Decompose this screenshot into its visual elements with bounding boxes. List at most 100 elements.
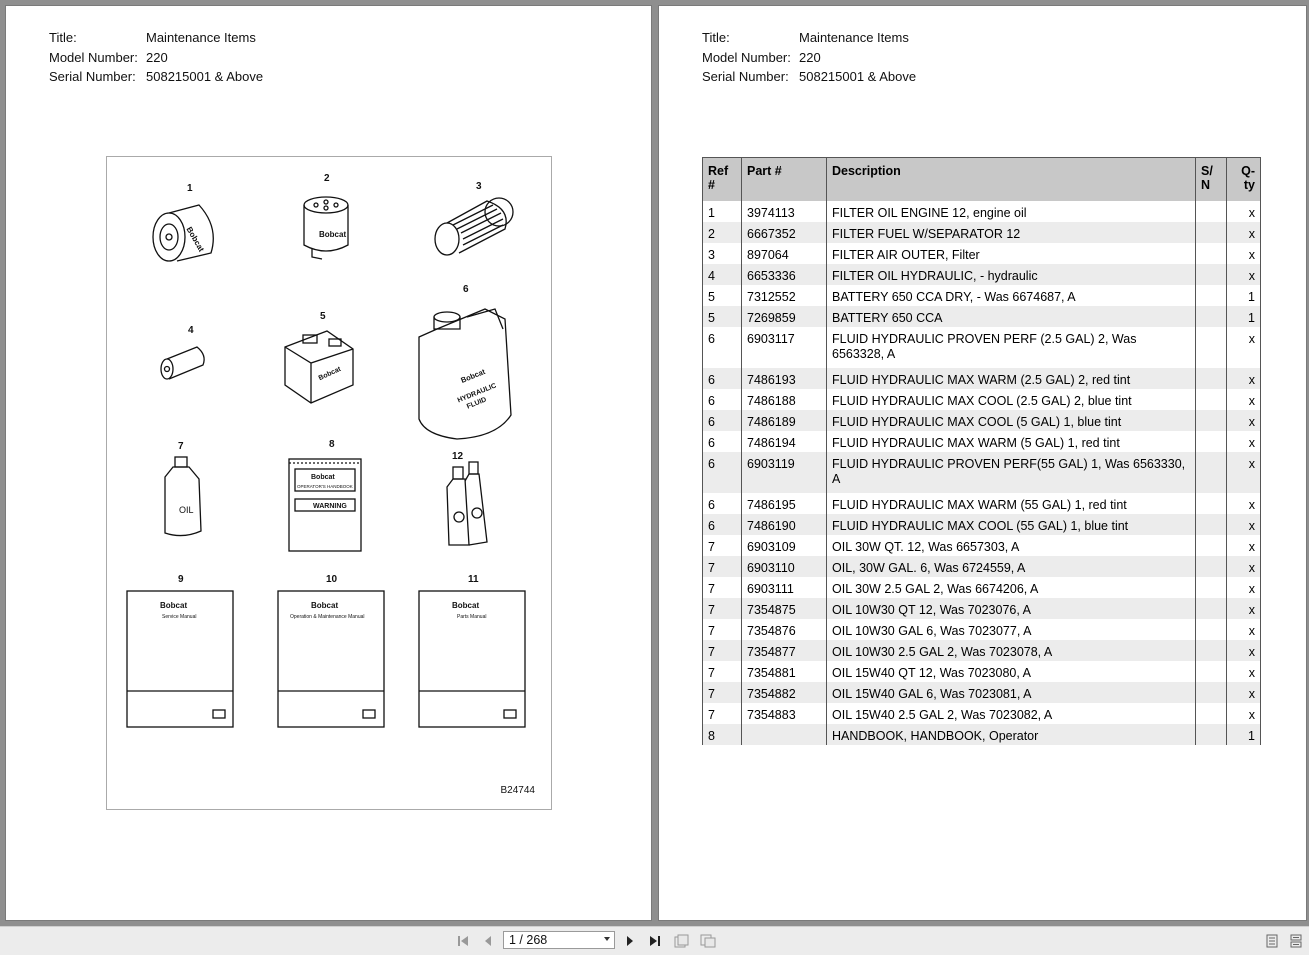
table-row: 7 6903110 OIL, 30W GAL. 6, Was 6724559, A x bbox=[702, 556, 1261, 577]
table-row: 1 3974113 FILTER OIL ENGINE 12, engine oil… bbox=[702, 201, 1261, 222]
cell-part: 7486194 bbox=[741, 431, 827, 452]
cell-ref: 1 bbox=[702, 201, 742, 222]
table-row: 5 7312552 BATTERY 650 CCA DRY, - Was 66746… bbox=[702, 285, 1261, 306]
cell-ref: 6 bbox=[702, 327, 742, 368]
cell-part: 6667352 bbox=[741, 222, 827, 243]
table-row: 7 6903111 OIL 30W 2.5 GAL 2, Was 6674206, … bbox=[702, 577, 1261, 598]
svg-text:Bobcat: Bobcat bbox=[160, 601, 187, 610]
cell-qty: 1 bbox=[1226, 285, 1261, 306]
cell-description: BATTERY 650 CCA DRY, - Was 6674687, A bbox=[826, 285, 1196, 306]
service-manual-drawing: Bobcat Service Manual bbox=[126, 590, 234, 728]
svg-text:Operation & Maintenance Manual: Operation & Maintenance Manual bbox=[290, 614, 365, 620]
dual-page-view-icon[interactable] bbox=[698, 931, 718, 951]
table-row: 6 7486189 FLUID HYDRAULIC MAX COOL (5 GAL)… bbox=[702, 410, 1261, 431]
cell-sn bbox=[1195, 535, 1227, 556]
cell-qty: x bbox=[1226, 535, 1261, 556]
cell-description: FLUID HYDRAULIC MAX WARM (2.5 GAL) 2, re… bbox=[826, 368, 1196, 389]
cell-part: 3974113 bbox=[741, 201, 827, 222]
single-page-view-icon[interactable] bbox=[672, 931, 692, 951]
table-row: 7 6903109 OIL 30W QT. 12, Was 6657303, A x bbox=[702, 535, 1261, 556]
callout-3: 3 bbox=[476, 181, 482, 192]
title-value: Maintenance Items bbox=[799, 30, 909, 45]
table-row: 7 7354877 OIL 10W30 2.5 GAL 2, Was 7023078… bbox=[702, 640, 1261, 661]
cell-part: 7486195 bbox=[741, 493, 827, 514]
operation-maintenance-manual-drawing: Bobcat Operation & Maintenance Manual bbox=[277, 590, 385, 728]
cell-part: 7486193 bbox=[741, 368, 827, 389]
cell-part: 7354882 bbox=[741, 682, 827, 703]
page-number-select[interactable]: 1 / 268 bbox=[503, 931, 615, 949]
cell-sn bbox=[1195, 577, 1227, 598]
svg-text:Bobcat: Bobcat bbox=[311, 601, 338, 610]
outline-view-icon[interactable] bbox=[1286, 931, 1306, 951]
cell-sn bbox=[1195, 285, 1227, 306]
battery-drawing: Bobcat bbox=[284, 330, 354, 404]
cell-description: FILTER OIL HYDRAULIC, - hydraulic bbox=[826, 264, 1196, 285]
air-filter-drawing bbox=[434, 197, 514, 256]
callout-2: 2 bbox=[324, 173, 330, 184]
cell-sn bbox=[1195, 327, 1227, 368]
fuel-filter-drawing: Bobcat bbox=[303, 196, 349, 260]
hydraulic-fluid-jug-drawing: Bobcat HYDRAULIC FLUID bbox=[418, 308, 512, 440]
cell-ref: 7 bbox=[702, 577, 742, 598]
table-row: 6 6903119 FLUID HYDRAULIC PROVEN PERF(55 G… bbox=[702, 452, 1261, 493]
cell-description: OIL 10W30 QT 12, Was 7023076, A bbox=[826, 598, 1196, 619]
cell-ref: 6 bbox=[702, 410, 742, 431]
cell-qty: x bbox=[1226, 243, 1261, 264]
next-page-icon[interactable] bbox=[620, 931, 640, 951]
cell-ref: 5 bbox=[702, 306, 742, 327]
table-header-row: Ref # Part # Description S/ N Q- ty bbox=[702, 157, 1261, 201]
cell-qty: x bbox=[1226, 640, 1261, 661]
cell-ref: 6 bbox=[702, 389, 742, 410]
svg-text:OIL: OIL bbox=[179, 505, 194, 515]
cell-ref: 6 bbox=[702, 514, 742, 535]
cell-part: 7486188 bbox=[741, 389, 827, 410]
model-value: 220 bbox=[799, 49, 821, 65]
first-page-icon[interactable] bbox=[454, 931, 474, 951]
cell-part: 6903117 bbox=[741, 327, 827, 368]
oil-bottle-drawing: OIL bbox=[164, 456, 202, 537]
cell-ref: 6 bbox=[702, 493, 742, 514]
callout-9: 9 bbox=[178, 574, 184, 585]
last-page-icon[interactable] bbox=[645, 931, 665, 951]
operators-handbook-drawing: Bobcat OPERATOR'S HANDBOOK WARNING bbox=[288, 458, 362, 552]
cell-part: 7354883 bbox=[741, 703, 827, 724]
svg-text:Bobcat: Bobcat bbox=[318, 366, 343, 383]
cell-qty: x bbox=[1226, 682, 1261, 703]
col-description: Description bbox=[826, 157, 1196, 201]
parts-table: Ref # Part # Description S/ N Q- ty 1 397… bbox=[702, 157, 1261, 745]
callout-7: 7 bbox=[178, 441, 184, 452]
cell-sn bbox=[1195, 682, 1227, 703]
cell-ref: 7 bbox=[702, 640, 742, 661]
cell-qty: x bbox=[1226, 327, 1261, 368]
cell-qty: x bbox=[1226, 431, 1261, 452]
cell-description: FLUID HYDRAULIC MAX WARM (5 GAL) 1, red … bbox=[826, 431, 1196, 452]
cell-ref: 7 bbox=[702, 661, 742, 682]
table-row: 7 7354882 OIL 15W40 GAL 6, Was 7023081, A x bbox=[702, 682, 1261, 703]
cell-ref: 2 bbox=[702, 222, 742, 243]
serial-label: Serial Number: bbox=[49, 69, 136, 84]
table-row: 6 7486193 FLUID HYDRAULIC MAX WARM (2.5 GA… bbox=[702, 368, 1261, 389]
table-row: 7 7354881 OIL 15W40 QT 12, Was 7023080, A x bbox=[702, 661, 1261, 682]
figure-id: B24744 bbox=[500, 785, 535, 796]
cell-qty: x bbox=[1226, 661, 1261, 682]
callout-11: 11 bbox=[468, 574, 479, 585]
cell-sn bbox=[1195, 661, 1227, 682]
cell-sn bbox=[1195, 410, 1227, 431]
serial-value: 508215001 & Above bbox=[146, 69, 264, 84]
cell-part: 6903119 bbox=[741, 452, 827, 493]
cell-description: HANDBOOK, HANDBOOK, Operator bbox=[826, 724, 1196, 745]
thumbnail-view-icon[interactable] bbox=[1262, 931, 1282, 951]
cell-description: FLUID HYDRAULIC PROVEN PERF(55 GAL) 1, W… bbox=[826, 452, 1196, 493]
cell-part: 7354876 bbox=[741, 619, 827, 640]
callout-1: 1 bbox=[187, 183, 193, 194]
cell-description: FLUID HYDRAULIC PROVEN PERF (2.5 GAL) 2,… bbox=[826, 327, 1196, 368]
cell-description: FILTER OIL ENGINE 12, engine oil bbox=[826, 201, 1196, 222]
document-header-right: Title: Maintenance Items Model Number: 220… bbox=[702, 30, 916, 89]
cell-ref: 7 bbox=[702, 598, 742, 619]
table-row: 6 7486190 FLUID HYDRAULIC MAX COOL (55 GAL… bbox=[702, 514, 1261, 535]
svg-text:Bobcat: Bobcat bbox=[311, 474, 335, 481]
prev-page-icon[interactable] bbox=[478, 931, 498, 951]
svg-text:Bobcat: Bobcat bbox=[452, 601, 479, 610]
cell-description: OIL 30W 2.5 GAL 2, Was 6674206, A bbox=[826, 577, 1196, 598]
cell-part: 6903110 bbox=[741, 556, 827, 577]
